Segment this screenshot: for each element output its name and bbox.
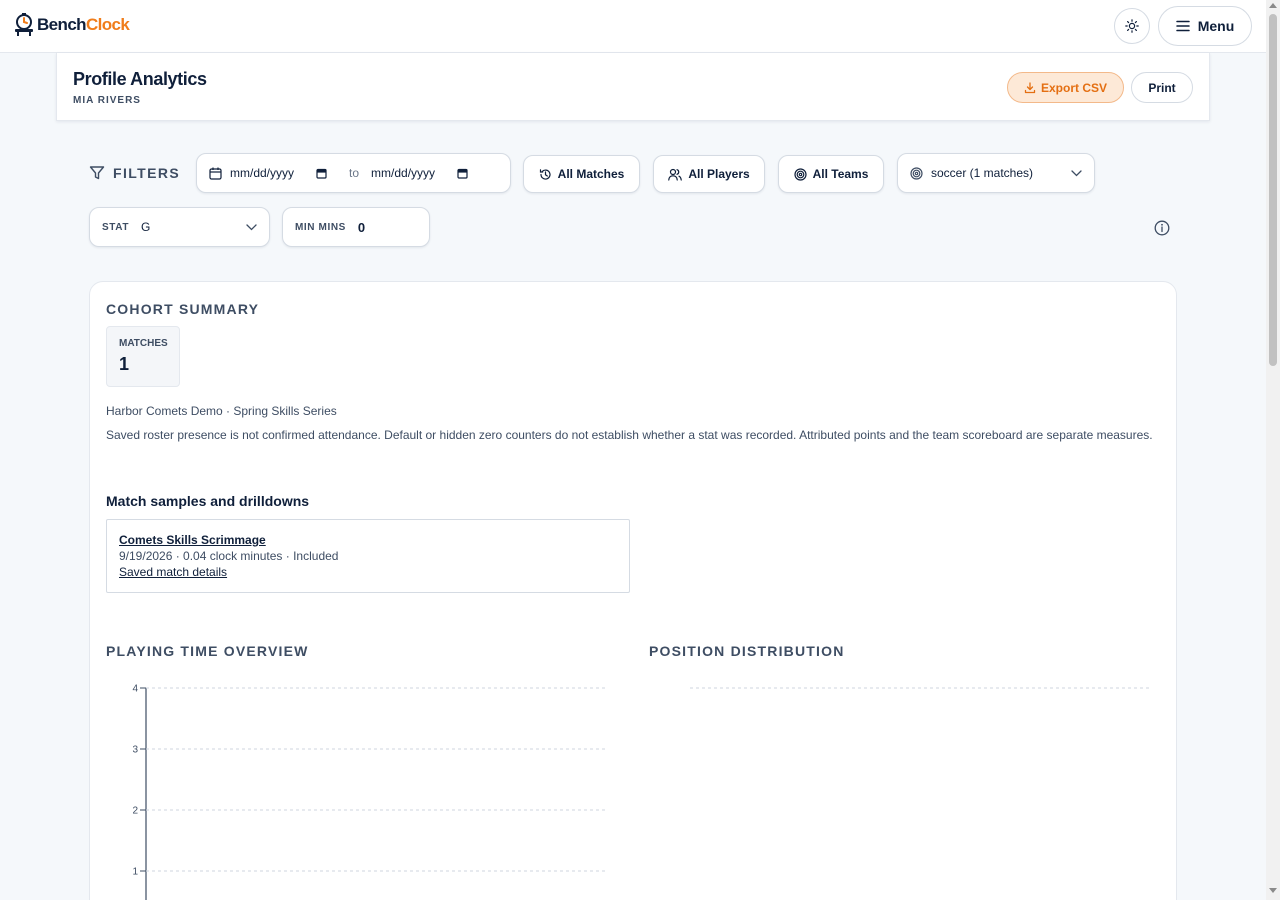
position-distribution-chart bbox=[690, 687, 1150, 689]
history-icon bbox=[539, 168, 551, 180]
bench-clock-logo-icon bbox=[15, 13, 33, 36]
stat-select-value: G bbox=[141, 220, 151, 234]
scroll-down-arrow-icon[interactable] bbox=[1269, 888, 1277, 893]
matches-stat-label: MATCHES bbox=[119, 338, 168, 349]
position-distribution-title: POSITION DISTRIBUTION bbox=[649, 643, 845, 659]
saved-match-details-link[interactable]: Saved match details bbox=[119, 565, 227, 579]
all-matches-filter[interactable]: All Matches bbox=[523, 155, 640, 193]
info-icon[interactable] bbox=[1154, 220, 1170, 236]
playing-time-chart: 1 2 3 4 bbox=[132, 684, 606, 900]
page-scrollbar[interactable] bbox=[1266, 0, 1280, 900]
match-sample-meta: 9/19/2026 · 0.04 clock minutes · Include… bbox=[119, 549, 339, 563]
target-icon bbox=[910, 166, 923, 180]
min-mins-label: MIN MINS bbox=[295, 221, 346, 233]
date-to-label: to bbox=[349, 166, 360, 180]
export-csv-button[interactable]: Export CSV bbox=[1007, 72, 1124, 103]
sport-select-value: soccer (1 matches) bbox=[931, 166, 1034, 180]
app-logo[interactable]: BenchClock bbox=[13, 13, 130, 37]
users-icon bbox=[668, 168, 683, 181]
stat-select[interactable]: STAT G bbox=[89, 207, 270, 247]
app-name: BenchClock bbox=[37, 15, 130, 34]
menu-label: Menu bbox=[1197, 18, 1235, 34]
calendar-icon bbox=[209, 167, 222, 180]
matches-stat-tile: MATCHES 1 bbox=[106, 326, 180, 387]
player-name: MIA RIVERS bbox=[73, 95, 141, 106]
date-to-picker-icon[interactable] bbox=[457, 168, 468, 179]
cohort-summary-title: COHORT SUMMARY bbox=[106, 301, 260, 317]
scroll-thumb[interactable] bbox=[1269, 14, 1277, 366]
menu-button[interactable]: Menu bbox=[1158, 6, 1252, 46]
matches-stat-value: 1 bbox=[119, 354, 130, 374]
filters-heading: FILTERS bbox=[89, 165, 180, 181]
all-players-filter[interactable]: All Players bbox=[653, 155, 765, 193]
y-tick-label: 4 bbox=[132, 684, 138, 695]
date-range-filter: mm/dd/yyyy to mm/dd/yyyy bbox=[196, 153, 511, 193]
theme-toggle-button[interactable] bbox=[1114, 8, 1150, 44]
date-from-picker-icon[interactable] bbox=[316, 168, 327, 179]
y-tick-label: 2 bbox=[132, 806, 138, 817]
scroll-up-arrow-icon[interactable] bbox=[1269, 3, 1277, 8]
target-icon bbox=[793, 167, 807, 181]
chevron-down-icon bbox=[246, 223, 257, 230]
cohort-note: Saved roster presence is not confirmed a… bbox=[106, 428, 1153, 442]
y-tick-label: 3 bbox=[132, 745, 138, 756]
match-sample-card: Comets Skills Scrimmage 9/19/2026 · 0.04… bbox=[106, 519, 630, 593]
top-bar: BenchClock Menu bbox=[0, 0, 1266, 53]
chevron-down-icon bbox=[1071, 169, 1082, 176]
page-header: Profile Analytics MIA RIVERS Export CSV … bbox=[56, 53, 1210, 121]
date-to-input[interactable]: mm/dd/yyyy bbox=[371, 166, 435, 180]
download-icon bbox=[1024, 81, 1036, 93]
analytics-card: COHORT SUMMARY MATCHES 1 Harbor Comets D… bbox=[89, 281, 1177, 900]
print-button[interactable]: Print bbox=[1131, 72, 1193, 103]
playing-time-title: PLAYING TIME OVERVIEW bbox=[106, 643, 309, 659]
min-minutes-filter: MIN MINS 0 bbox=[282, 207, 430, 247]
date-from-input[interactable]: mm/dd/yyyy bbox=[230, 166, 294, 180]
samples-title: Match samples and drilldowns bbox=[106, 493, 310, 509]
min-mins-input[interactable]: 0 bbox=[358, 220, 365, 235]
cohort-context: Harbor Comets Demo · Spring Skills Serie… bbox=[106, 404, 337, 418]
stat-label: STAT bbox=[102, 221, 130, 233]
filter-icon bbox=[89, 166, 105, 180]
match-sample-link[interactable]: Comets Skills Scrimmage bbox=[119, 533, 266, 547]
sport-select[interactable]: soccer (1 matches) bbox=[897, 153, 1095, 193]
sun-icon bbox=[1125, 19, 1139, 33]
y-tick-label: 1 bbox=[132, 867, 138, 878]
all-teams-filter[interactable]: All Teams bbox=[778, 155, 884, 193]
page-title: Profile Analytics bbox=[73, 69, 207, 89]
hamburger-icon bbox=[1175, 20, 1190, 32]
